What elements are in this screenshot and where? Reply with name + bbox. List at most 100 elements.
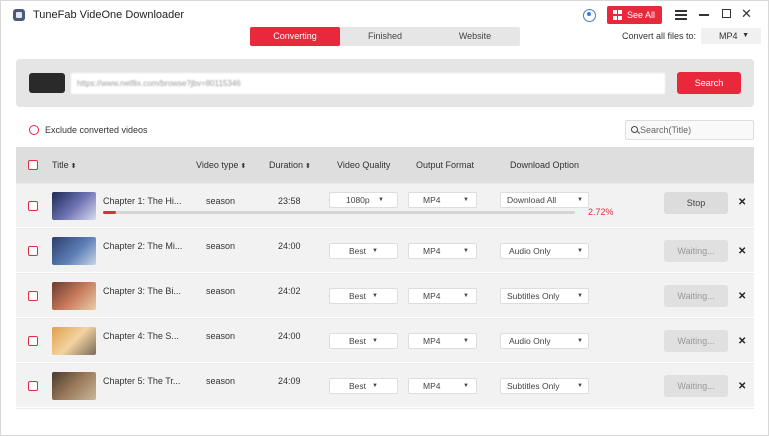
chevron-down-icon: ▼ <box>372 248 378 254</box>
stop-button[interactable]: Stop <box>664 192 728 214</box>
video-type: season <box>206 376 236 386</box>
quality-select[interactable]: Best ▼ <box>329 288 398 304</box>
quality-value: Best <box>349 381 367 391</box>
table-row: Chapter 3: The Bi... season 24:02 Best ▼… <box>16 274 754 318</box>
remove-icon[interactable]: ✕ <box>738 246 746 257</box>
video-type: season <box>206 196 236 206</box>
download-option-value: Subtitles Only <box>507 381 560 391</box>
format-select[interactable]: MP4 ▼ <box>408 192 477 208</box>
convert-all-format-select[interactable]: MP4 ▼ <box>701 28 761 44</box>
url-panel: https://www.netflix.com/browse?jbv=80115… <box>16 59 754 107</box>
episode-thumbnail <box>52 327 96 355</box>
table-row: Chapter 1: The Hi... season 23:58 1080p … <box>16 184 754 228</box>
table-row: Chapter 4: The S... season 24:00 Best ▼ … <box>16 319 754 363</box>
search-button[interactable]: Search <box>677 72 741 94</box>
chevron-down-icon: ▼ <box>577 248 583 254</box>
row-checkbox[interactable] <box>28 336 38 346</box>
exclude-converted-label: Exclude converted videos <box>45 125 148 135</box>
download-option-value: Subtitles Only <box>507 291 560 301</box>
duration: 24:09 <box>278 376 301 386</box>
waiting-button[interactable]: Waiting... <box>664 240 728 262</box>
maximize-icon[interactable] <box>722 9 731 18</box>
duration: 24:00 <box>278 241 301 251</box>
menu-icon[interactable] <box>675 10 687 20</box>
remove-icon[interactable]: ✕ <box>738 197 746 208</box>
column-title[interactable]: Title ⬍ <box>52 160 77 170</box>
see-all-label: See All <box>627 10 656 20</box>
row-checkbox[interactable] <box>28 381 38 391</box>
download-option-select[interactable]: Audio Only ▼ <box>500 243 589 259</box>
format-select[interactable]: MP4 ▼ <box>408 243 477 259</box>
chevron-down-icon: ▼ <box>463 197 469 203</box>
download-option-select[interactable]: Audio Only ▼ <box>500 333 589 349</box>
row-checkbox[interactable] <box>28 291 38 301</box>
remove-icon[interactable]: ✕ <box>738 336 746 347</box>
waiting-button[interactable]: Waiting... <box>664 330 728 352</box>
format-value: MP4 <box>423 246 441 256</box>
app-window: TuneFab VideOne Downloader Converting Fi… <box>0 0 769 436</box>
format-select[interactable]: MP4 ▼ <box>408 378 477 394</box>
format-select[interactable]: MP4 ▼ <box>408 288 477 304</box>
tab-website[interactable]: Website <box>430 27 520 46</box>
quality-value: Best <box>349 246 367 256</box>
quality-value: 1080p <box>346 195 370 205</box>
episode-title: Chapter 1: The Hi... <box>103 196 182 206</box>
close-window-icon[interactable]: ✕ <box>741 6 752 22</box>
quality-select[interactable]: Best ▼ <box>329 378 398 394</box>
episode-thumbnail <box>52 372 96 400</box>
waiting-button[interactable]: Waiting... <box>664 285 728 307</box>
progress-percent: 2.72% <box>588 207 614 217</box>
grid-icon <box>613 10 623 20</box>
search-icon <box>631 126 638 133</box>
column-video-quality: Video Quality <box>337 160 391 170</box>
title-search-placeholder: Search(Title) <box>640 125 692 135</box>
remove-icon[interactable]: ✕ <box>738 381 746 392</box>
progress-bar <box>103 211 575 214</box>
title-bar: TuneFab VideOne Downloader Converting Fi… <box>1 1 769 51</box>
chevron-down-icon: ▼ <box>742 32 749 39</box>
url-input[interactable]: https://www.netflix.com/browse?jbv=80115… <box>71 73 665 94</box>
sort-icon: ⬍ <box>305 163 311 170</box>
format-value: MP4 <box>423 195 441 205</box>
progress-fill <box>103 211 116 214</box>
column-video-type[interactable]: Video type ⬍ <box>196 160 246 170</box>
exclude-converted-radio[interactable] <box>29 125 39 135</box>
quality-value: Best <box>349 291 367 301</box>
download-option-select[interactable]: Subtitles Only ▼ <box>500 378 589 394</box>
select-all-checkbox[interactable] <box>28 160 38 170</box>
row-checkbox[interactable] <box>28 246 38 256</box>
see-all-button[interactable]: See All <box>607 6 662 24</box>
quality-select[interactable]: Best ▼ <box>329 243 398 259</box>
format-value: MP4 <box>423 336 441 346</box>
user-account-icon[interactable] <box>583 9 596 22</box>
title-search-input[interactable]: Search(Title) <box>625 120 754 140</box>
episode-title: Chapter 2: The Mi... <box>103 241 183 251</box>
remove-icon[interactable]: ✕ <box>738 291 746 302</box>
download-option-select[interactable]: Download All ▼ <box>500 192 589 208</box>
quality-select[interactable]: 1080p ▼ <box>329 192 398 208</box>
quality-value: Best <box>349 336 367 346</box>
chevron-down-icon: ▼ <box>463 293 469 299</box>
table-header: Title ⬍ Video type ⬍ Duration ⬍ Video Quali… <box>16 147 754 183</box>
convert-all-format-value: MP4 <box>719 31 738 41</box>
row-checkbox[interactable] <box>28 201 38 211</box>
duration: 23:58 <box>278 196 301 206</box>
table-row: Chapter 5: The Tr... season 24:09 Best ▼… <box>16 364 754 408</box>
episode-thumbnail <box>52 237 96 265</box>
chevron-down-icon: ▼ <box>577 197 583 203</box>
tab-converting[interactable]: Converting <box>250 27 340 46</box>
episode-thumbnail <box>52 282 96 310</box>
sort-icon: ⬍ <box>70 163 77 170</box>
format-select[interactable]: MP4 ▼ <box>408 333 477 349</box>
download-option-select[interactable]: Subtitles Only ▼ <box>500 288 589 304</box>
app-title: TuneFab VideOne Downloader <box>33 9 185 21</box>
download-option-value: Audio Only <box>509 246 551 256</box>
tab-finished[interactable]: Finished <box>340 27 430 46</box>
episode-thumbnail <box>52 192 96 220</box>
format-value: MP4 <box>423 291 441 301</box>
waiting-button[interactable]: Waiting... <box>664 375 728 397</box>
quality-select[interactable]: Best ▼ <box>329 333 398 349</box>
column-download-option: Download Option <box>510 160 580 170</box>
column-duration[interactable]: Duration ⬍ <box>269 160 311 170</box>
minimize-icon[interactable] <box>699 14 709 16</box>
